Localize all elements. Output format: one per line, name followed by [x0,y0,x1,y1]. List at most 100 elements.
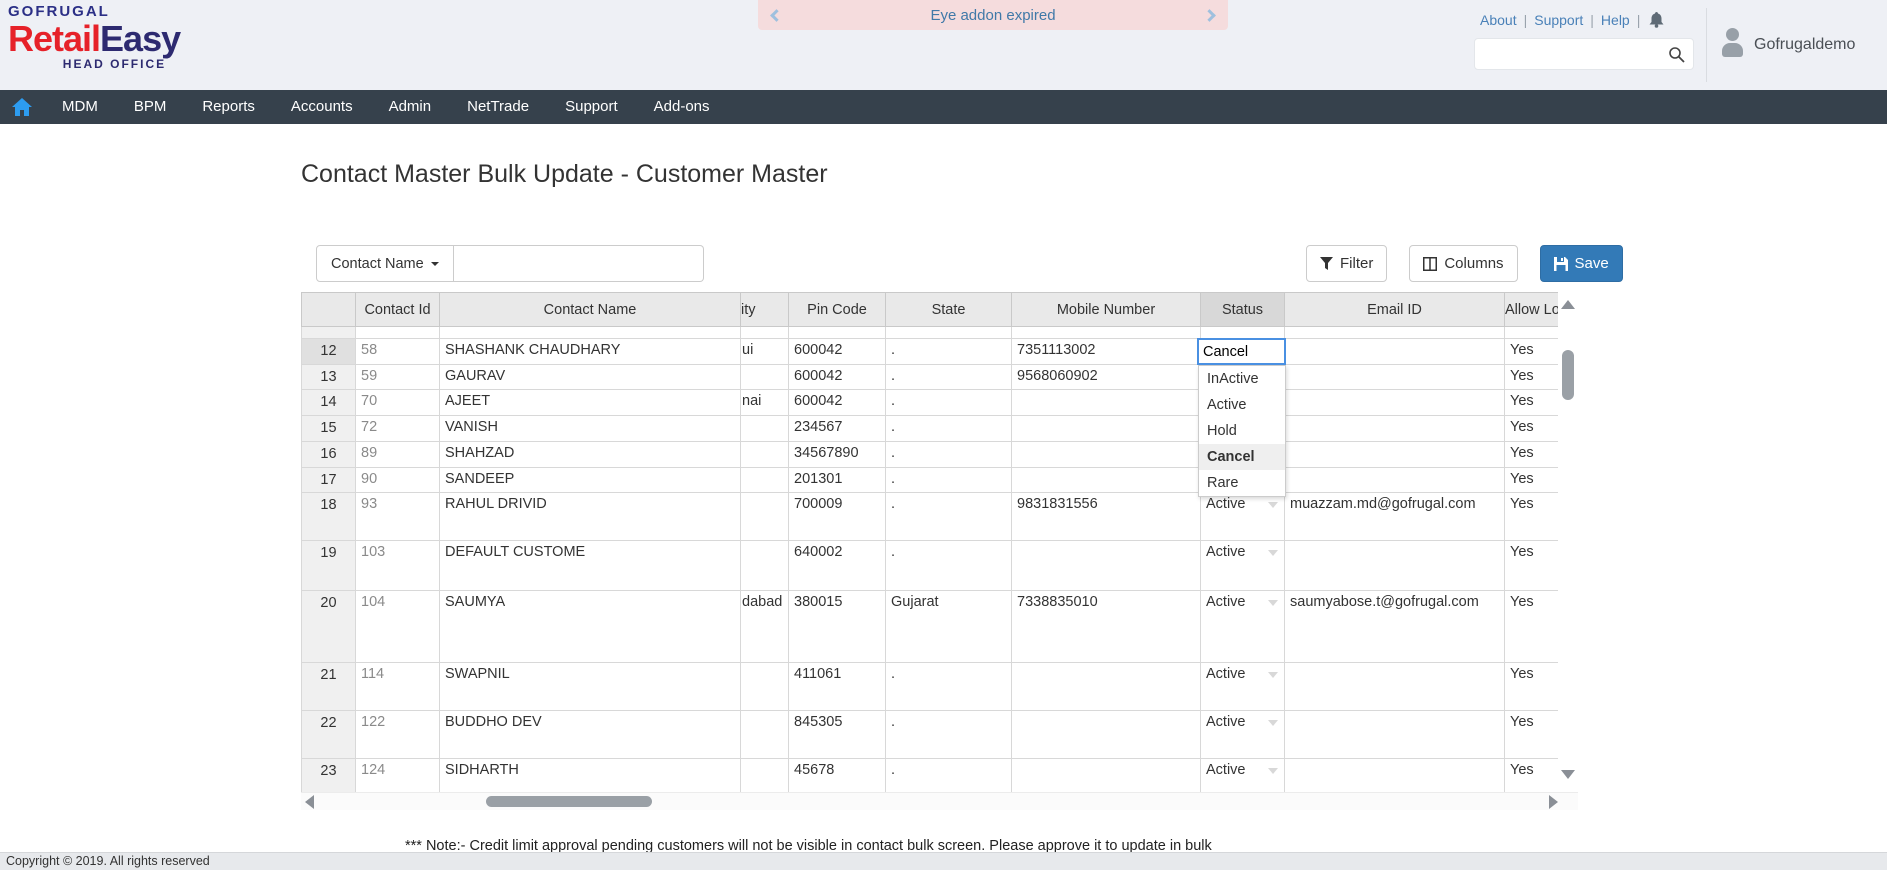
cell-pin-code[interactable]: 700009 [789,493,886,541]
column-header-pin-code[interactable]: Pin Code [789,293,886,327]
cell-state[interactable]: Gujarat [886,591,1012,663]
cell-email[interactable] [1285,663,1505,711]
column-header-email-id[interactable]: Email ID [1285,293,1505,327]
cell-allow[interactable]: Yes [1505,365,1559,390]
filter-value-input[interactable] [454,245,704,282]
column-header-contact-id[interactable]: Contact Id [356,293,440,327]
cell-contact-id[interactable]: 89 [356,442,440,468]
cell-city[interactable]: dabad [741,591,789,663]
cell-pin-code[interactable]: 380015 [789,591,886,663]
cell-status[interactable]: Active [1201,759,1285,793]
column-header-rownum[interactable] [302,293,356,327]
cell-status[interactable]: Active [1201,711,1285,759]
scroll-left-icon[interactable] [305,795,314,809]
cell-pin-code[interactable]: 600042 [789,390,886,416]
cell-allow[interactable]: Yes [1505,339,1559,365]
cell-pin-code[interactable]: 201301 [789,468,886,493]
cell-mobile-number[interactable]: 7338835010 [1012,591,1201,663]
cell-state[interactable]: . [886,442,1012,468]
cell-city[interactable] [741,711,789,759]
cell-city[interactable] [741,365,789,390]
cell-contact-id[interactable]: 114 [356,663,440,711]
cell-contact-id[interactable]: 122 [356,711,440,759]
cell-contact-id[interactable]: 59 [356,365,440,390]
row-number[interactable]: 15 [302,416,356,442]
cell-mobile-number[interactable]: 7351113002 [1012,339,1201,365]
status-dropdown-icon[interactable] [1268,550,1278,556]
user-menu[interactable]: Gofrugaldemo [1722,28,1855,62]
cell-state[interactable]: . [886,390,1012,416]
cell-state[interactable]: . [886,541,1012,591]
cell-status[interactable]: Active [1201,663,1285,711]
cell-allow[interactable]: Yes [1505,468,1559,493]
nav-item-bpm[interactable]: BPM [116,90,185,124]
nav-item-mdm[interactable]: MDM [44,90,116,124]
top-link-help[interactable]: Help [1601,12,1630,28]
status-dropdown-icon[interactable] [1268,600,1278,606]
status-option-cancel[interactable]: Cancel [1199,444,1285,470]
cell-contact-id[interactable]: 58 [356,339,440,365]
cell-city[interactable] [741,493,789,541]
vertical-scrollbar[interactable] [1558,292,1578,792]
cell-state[interactable]: . [886,663,1012,711]
cell-city[interactable]: ui [741,339,789,365]
cell-status[interactable]: Active [1201,493,1285,541]
top-link-support[interactable]: Support [1534,12,1583,28]
cell-contact-name[interactable]: SHAHZAD [440,442,741,468]
cell-pin-code[interactable]: 600042 [789,365,886,390]
cell-email[interactable] [1285,541,1505,591]
cell-contact-id[interactable]: 103 [356,541,440,591]
row-number[interactable]: 18 [302,493,356,541]
cell-contact-name[interactable]: RAHUL DRIVID [440,493,741,541]
cell-pin-code[interactable]: 45678 [789,759,886,793]
cell-state[interactable]: . [886,339,1012,365]
row-number[interactable]: 12 [302,339,356,365]
banner-next-icon[interactable] [1203,9,1216,22]
nav-item-addons[interactable]: Add-ons [636,90,728,124]
vertical-scroll-thumb[interactable] [1562,350,1574,400]
cell-city[interactable] [741,759,789,793]
nav-item-admin[interactable]: Admin [371,90,450,124]
status-dropdown-icon[interactable] [1268,720,1278,726]
cell-mobile-number[interactable]: 9831831556 [1012,493,1201,541]
cell-contact-name[interactable]: BUDDHO DEV [440,711,741,759]
search-input[interactable] [1481,39,1661,69]
row-number[interactable]: 13 [302,365,356,390]
cell-state[interactable]: . [886,468,1012,493]
cell-state[interactable]: . [886,365,1012,390]
cell-mobile-number[interactable] [1012,416,1201,442]
cell-allow[interactable]: Yes [1505,663,1559,711]
cell-email[interactable] [1285,390,1505,416]
filter-button[interactable]: Filter [1306,245,1387,282]
cell-allow[interactable]: Yes [1505,493,1559,541]
cell-contact-id[interactable]: 72 [356,416,440,442]
cell-city[interactable] [741,468,789,493]
cell-email[interactable]: saumyabose.t@gofrugal.com [1285,591,1505,663]
cell-contact-name[interactable]: SWAPNIL [440,663,741,711]
cell-city[interactable]: nai [741,390,789,416]
scroll-down-icon[interactable] [1561,770,1575,779]
status-dropdown-icon[interactable] [1268,768,1278,774]
scroll-right-icon[interactable] [1549,795,1558,809]
column-header-contact-name[interactable]: Contact Name [440,293,741,327]
cell-contact-id[interactable]: 93 [356,493,440,541]
cell-city[interactable] [741,541,789,591]
cell-pin-code[interactable]: 600042 [789,339,886,365]
cell-contact-name[interactable]: SIDHARTH [440,759,741,793]
horizontal-scroll-thumb[interactable] [486,796,652,807]
cell-mobile-number[interactable] [1012,468,1201,493]
status-dropdown-icon[interactable] [1268,502,1278,508]
cell-contact-id[interactable]: 90 [356,468,440,493]
cell-pin-code[interactable]: 640002 [789,541,886,591]
cell-contact-name[interactable]: AJEET [440,390,741,416]
cell-allow[interactable]: Yes [1505,711,1559,759]
cell-state[interactable]: . [886,759,1012,793]
horizontal-scrollbar[interactable] [301,792,1578,810]
cell-mobile-number[interactable] [1012,759,1201,793]
cell-contact-name[interactable]: GAURAV [440,365,741,390]
cell-contact-name[interactable]: SHASHANK CHAUDHARY [440,339,741,365]
cell-pin-code[interactable]: 411061 [789,663,886,711]
scroll-up-icon[interactable] [1561,300,1575,309]
cell-mobile-number[interactable] [1012,711,1201,759]
cell-mobile-number[interactable] [1012,442,1201,468]
